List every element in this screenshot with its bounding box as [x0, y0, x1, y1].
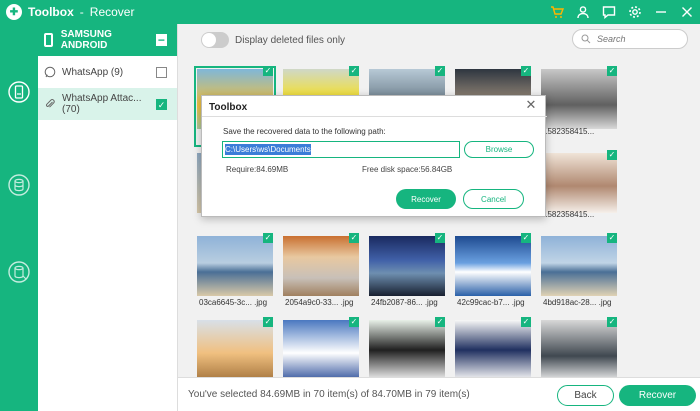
minimize-icon[interactable]: [654, 5, 668, 19]
photo-checkbox[interactable]: ✓: [435, 233, 445, 243]
photo-caption: 24fb2087-86... .jpg: [371, 298, 438, 307]
save-path-value: C:\Users\ws\Documents: [225, 144, 311, 155]
photo-checkbox[interactable]: ✓: [263, 317, 273, 327]
device-name: SAMSUNG ANDROID: [60, 29, 112, 51]
browse-button[interactable]: Browse: [464, 141, 534, 158]
attachment-icon: [44, 98, 56, 110]
category-checkbox[interactable]: [156, 66, 167, 78]
search-input[interactable]: [597, 34, 677, 44]
photo-checkbox[interactable]: ✓: [521, 66, 531, 76]
photo-image: [197, 236, 273, 296]
photo-image: [541, 320, 617, 380]
photo-image: [541, 236, 617, 296]
page-title: Recover: [89, 5, 135, 19]
deleted-only-toggle[interactable]: [201, 32, 229, 48]
device-panel: SAMSUNG ANDROID − WhatsApp (9) WhatsApp …: [38, 24, 178, 411]
photo-thumbnail[interactable]: ✓ 24fb2087-86... .jpg: [369, 233, 445, 311]
save-path-dialog: Toolbox ✕ Save the recovered data to the…: [201, 95, 547, 217]
photo-caption: 4bd918ac-28... .jpg: [543, 298, 612, 307]
category-item-whatsapp[interactable]: WhatsApp (9): [38, 56, 177, 88]
save-path-input[interactable]: C:\Users\ws\Documents: [222, 141, 460, 158]
category-item-whatsapp-attachments[interactable]: WhatsApp Attac... (70) ✓: [38, 88, 177, 120]
device-header[interactable]: SAMSUNG ANDROID −: [38, 24, 177, 56]
photo-checkbox[interactable]: ✓: [521, 317, 531, 327]
photo-caption: 1582358415...: [543, 127, 595, 136]
photo-checkbox[interactable]: ✓: [349, 66, 359, 76]
feedback-icon[interactable]: [602, 5, 616, 19]
photo-image: [283, 320, 359, 380]
photo-image: [283, 236, 359, 296]
back-button[interactable]: Back: [557, 385, 614, 406]
photo-checkbox[interactable]: ✓: [435, 317, 445, 327]
required-space: Require:84.69MB: [226, 165, 289, 174]
photo-image: [369, 236, 445, 296]
dialog-close-icon[interactable]: ✕: [525, 98, 537, 111]
photo-caption: 42c99cac-b7... .jpg: [457, 298, 525, 307]
photo-checkbox[interactable]: ✓: [607, 66, 617, 76]
free-disk-space: Free disk space:56.84GB: [362, 165, 453, 174]
bottom-bar: You've selected 84.69MB in 70 item(s) of…: [178, 377, 700, 411]
title-bar: ✚ Toolbox - Recover: [0, 0, 700, 24]
photo-checkbox[interactable]: ✓: [435, 66, 445, 76]
photo-image: [369, 320, 445, 380]
photo-checkbox[interactable]: ✓: [607, 150, 617, 160]
photo-caption: 1582358415...: [543, 210, 595, 219]
photo-caption: 2054a9c0-33... .jpg: [285, 298, 354, 307]
photo-thumbnail[interactable]: ✓ 2054a9c0-33... .jpg: [283, 233, 359, 311]
category-label: WhatsApp Attac... (70): [62, 93, 142, 115]
search-icon: [581, 34, 591, 44]
app-title: Toolbox: [28, 5, 74, 19]
whatsapp-icon: [44, 66, 56, 78]
close-icon[interactable]: [680, 5, 694, 19]
photo-checkbox[interactable]: ✓: [607, 233, 617, 243]
toolbar: Display deleted files only: [178, 24, 700, 56]
photo-checkbox[interactable]: ✓: [263, 66, 273, 76]
dialog-prompt: Save the recovered data to the following…: [223, 127, 386, 136]
photo-image: [197, 320, 273, 380]
photo-thumbnail[interactable]: ✓ 4bd918ac-28... .jpg: [541, 233, 617, 311]
deleted-only-label: Display deleted files only: [235, 34, 346, 46]
category-label: WhatsApp (9): [62, 66, 124, 78]
dialog-title: Toolbox: [209, 102, 248, 113]
search-box[interactable]: [572, 29, 688, 49]
photo-image: [541, 69, 617, 129]
photo-checkbox[interactable]: ✓: [349, 317, 359, 327]
photo-checkbox[interactable]: ✓: [349, 233, 359, 243]
cart-icon[interactable]: [550, 5, 564, 19]
photo-image: [455, 236, 531, 296]
collapse-icon[interactable]: −: [155, 34, 167, 46]
photo-checkbox[interactable]: ✓: [263, 233, 273, 243]
dialog-cancel-button[interactable]: Cancel: [463, 189, 524, 209]
photo-thumbnail[interactable]: ✓ 42c99cac-b7... .jpg: [455, 233, 531, 311]
photo-caption: 03ca6645-3c... .jpg: [199, 298, 268, 307]
title-separator: -: [79, 5, 84, 19]
photo-thumbnail[interactable]: ✓ 03ca6645-3c... .jpg: [197, 233, 273, 311]
photo-image: [455, 320, 531, 380]
category-checkbox[interactable]: ✓: [156, 98, 167, 110]
user-icon[interactable]: [576, 5, 590, 19]
dialog-recover-button[interactable]: Recover: [396, 189, 456, 209]
recover-button[interactable]: Recover: [619, 385, 696, 406]
settings-icon[interactable]: [628, 5, 642, 19]
phone-icon: [44, 33, 53, 47]
selection-status: You've selected 84.69MB in 70 item(s) of…: [188, 389, 470, 400]
device-recover-icon[interactable]: [5, 78, 33, 106]
backup-icon[interactable]: [5, 258, 33, 286]
database-icon[interactable]: [5, 171, 33, 199]
toolbox-logo-icon: ✚: [6, 4, 22, 20]
photo-checkbox[interactable]: ✓: [521, 233, 531, 243]
photo-image: [541, 153, 617, 213]
left-rail: [0, 24, 38, 411]
photo-checkbox[interactable]: ✓: [607, 317, 617, 327]
